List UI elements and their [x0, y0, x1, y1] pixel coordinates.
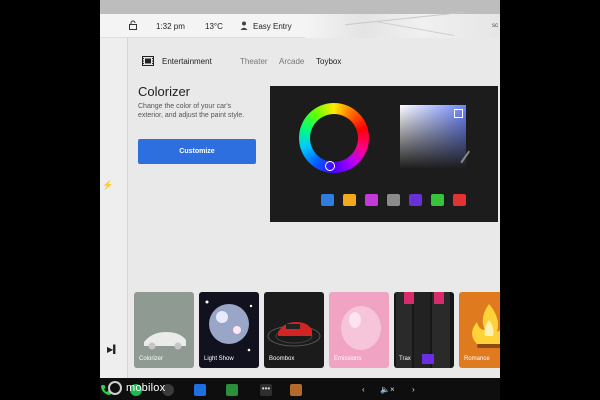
tile-romance[interactable]: Romance: [459, 292, 500, 368]
corner-text: sc: [492, 23, 498, 29]
tile-label: Colorizer: [139, 356, 164, 362]
swatch-orange[interactable]: [343, 194, 356, 206]
film-icon: [142, 56, 154, 66]
chevron-right-icon[interactable]: ›: [412, 385, 415, 394]
swatch-gray[interactable]: [387, 194, 400, 206]
swatch-green[interactable]: [431, 194, 444, 206]
tile-trax[interactable]: Trax: [394, 292, 454, 368]
apps-icon[interactable]: [290, 384, 302, 396]
sidebar: ⚡ ▶▍: [100, 38, 128, 378]
page-title: Colorizer: [138, 84, 191, 99]
top-strip: [100, 0, 500, 14]
tile-label: Romance: [464, 356, 490, 362]
chevron-left-icon[interactable]: ‹: [362, 385, 365, 394]
outside-temperature: 13°C: [205, 22, 223, 31]
tile-light-show[interactable]: Light Show: [199, 292, 259, 368]
watermark-text: mobilox: [126, 382, 166, 394]
status-bar: 1:32 pm 13°C Easy Entry sc: [100, 14, 500, 38]
tile-emissions[interactable]: Emissions: [329, 292, 389, 368]
saturation-value-picker[interactable]: [400, 105, 466, 169]
tab-theater[interactable]: Theater: [240, 57, 268, 66]
swatch-blue[interactable]: [321, 194, 334, 206]
tile-label: Emissions: [334, 356, 362, 362]
saturation-handle[interactable]: [454, 109, 463, 118]
tab-entertainment[interactable]: Entertainment: [162, 57, 212, 66]
tile-boombox[interactable]: Boombox: [264, 292, 324, 368]
hue-wheel-handle[interactable]: [325, 161, 335, 171]
map-preview[interactable]: [305, 14, 500, 38]
screen: 1:32 pm 13°C Easy Entry sc ⚡ ▶▍ Entertai…: [100, 0, 500, 400]
tile-colorizer[interactable]: Colorizer: [134, 292, 194, 368]
hue-wheel-center: [310, 114, 358, 162]
play-next-icon[interactable]: ▶▍: [107, 345, 119, 354]
charging-bolt-icon[interactable]: ⚡: [102, 180, 113, 191]
tab-arcade[interactable]: Arcade: [279, 57, 304, 66]
more-icon[interactable]: •••: [260, 384, 272, 396]
tab-toybox[interactable]: Toybox: [316, 57, 341, 66]
tile-label: Boombox: [269, 356, 295, 362]
mute-icon[interactable]: 🔈×: [380, 385, 395, 394]
right-bezel: [500, 0, 600, 400]
chart-icon[interactable]: [226, 384, 238, 396]
lock-icon[interactable]: [128, 20, 138, 30]
tile-label: Trax: [399, 356, 411, 362]
driver-profile[interactable]: Easy Entry: [253, 22, 292, 31]
swatch-red[interactable]: [453, 194, 466, 206]
person-icon[interactable]: [240, 21, 248, 30]
swatch-magenta[interactable]: [365, 194, 378, 206]
color-picker-panel: [270, 86, 498, 222]
clock: 1:32 pm: [156, 22, 185, 31]
brand-logo-icon: [108, 381, 122, 395]
customize-button[interactable]: Customize: [138, 139, 256, 164]
page-description: Change the color of your car's exterior,…: [138, 103, 245, 119]
left-bezel: [0, 0, 100, 400]
tile-label: Light Show: [204, 356, 234, 362]
hue-wheel[interactable]: [299, 103, 369, 173]
swatch-purple[interactable]: [409, 194, 422, 206]
bluetooth-icon[interactable]: [194, 384, 206, 396]
